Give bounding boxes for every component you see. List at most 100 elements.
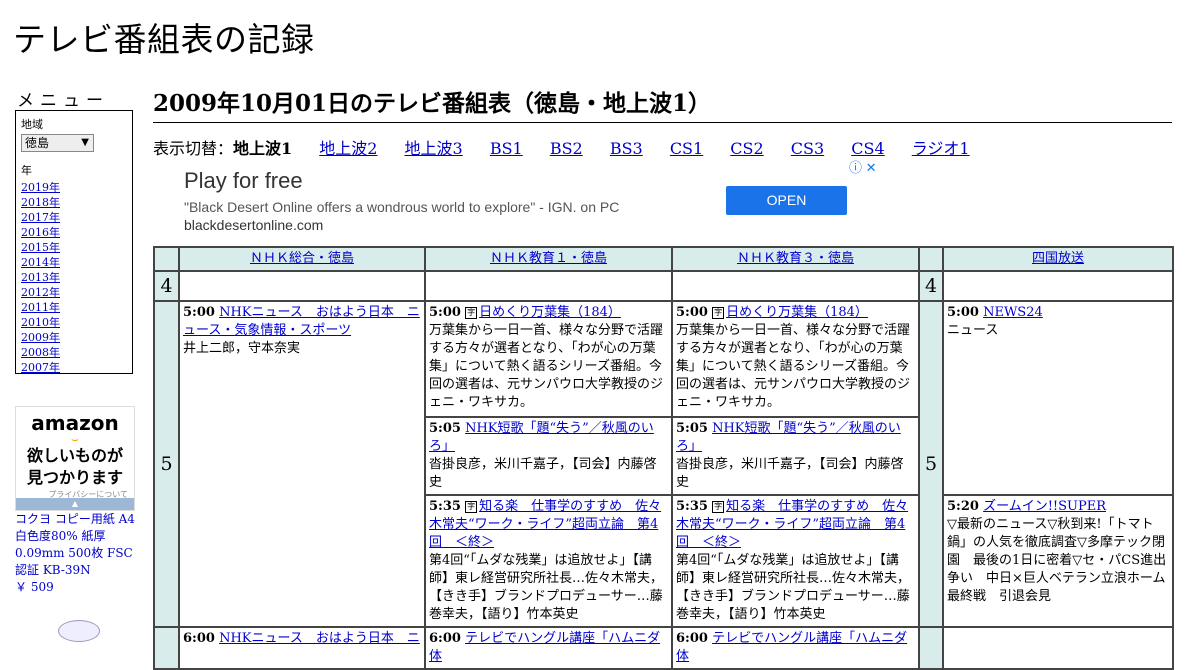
program-time: 6:00 xyxy=(676,631,708,646)
program-cell: 5:05 NHK短歌「題“失う”／秋風のいろ」 沓掛良彦，米川千嘉子，【司会】内… xyxy=(424,416,673,496)
program-cell: 5:00 NHKニュース おはよう日本 ニュース・気象情報・スポーツ 井上二郎，… xyxy=(178,300,426,628)
year-link[interactable]: 2018年 xyxy=(21,195,127,210)
schedule-table: ＮＨＫ総合・徳島 ＮＨＫ教育１・徳島 ＮＨＫ教育３・徳島 四国放送 4 4 5 … xyxy=(153,246,1174,670)
program-time: 6:00 xyxy=(183,631,215,646)
switcher-link[interactable]: ラジオ1 xyxy=(912,139,970,158)
ad-quote: "Black Desert Online offers a wondrous w… xyxy=(184,199,620,215)
year-link[interactable]: 2013年 xyxy=(21,270,127,285)
program-cell: 5:00 字日めくり万葉集（184） 万葉集から一日一首、様々な分野で活躍する方… xyxy=(671,300,920,418)
caption-icon: 字 xyxy=(465,500,478,513)
amazon-smile-icon: ⌣ xyxy=(71,432,79,446)
amazon-message-line2: 見つかります xyxy=(26,468,123,487)
program-cell xyxy=(942,626,1174,670)
channel-header: ＮＨＫ教育３・徳島 xyxy=(671,246,920,272)
display-ad[interactable]: Play for free "Black Desert Online offer… xyxy=(153,156,880,247)
header-corner xyxy=(918,246,944,272)
product-image[interactable] xyxy=(58,620,100,642)
program-cell: 5:35 字知る楽 仕事学のすすめ 佐々木常夫“ワーク・ライフ”超両立論 第4回… xyxy=(671,494,920,628)
program-title-link[interactable]: NHKニュース おはよう日本 ニ xyxy=(219,631,420,646)
year-link[interactable]: 2015年 xyxy=(21,240,127,255)
info-icon[interactable]: ⓘ xyxy=(849,160,862,175)
program-title-link[interactable]: NHK短歌「題“失う”／秋風のいろ」 xyxy=(676,421,901,454)
region-select[interactable]: 徳島 ▼ xyxy=(21,134,94,152)
amazon-message: 欲しいものが 見つかります xyxy=(16,445,134,489)
program-time: 5:00 xyxy=(183,305,215,320)
year-link[interactable]: 2009年 xyxy=(21,330,127,345)
program-desc: ▽最新のニュース▽秋到来!「トマト鍋」の人気を徹底調査▽多摩テック閉園 最後の1… xyxy=(947,517,1167,604)
site-title: テレビ番組表の記録 xyxy=(13,20,315,59)
caption-icon: 字 xyxy=(712,306,725,319)
chevron-up-icon[interactable]: ▲ xyxy=(16,498,134,510)
year-link[interactable]: 2019年 xyxy=(21,180,127,195)
program-title-link[interactable]: 知る楽 仕事学のすすめ 佐々木常夫“ワーク・ライフ”超両立論 第4回 ＜終＞ xyxy=(676,499,908,550)
channel-header: ＮＨＫ教育１・徳島 xyxy=(424,246,673,272)
empty-slot xyxy=(178,270,426,302)
program-title-link[interactable]: ズームイン!!SUPER xyxy=(983,499,1106,514)
page-title: 2009年10月01日のテレビ番組表（徳島・地上波1） xyxy=(153,84,1172,123)
program-cell: 5:05 NHK短歌「題“失う”／秋風のいろ」 沓掛良彦，米川千嘉子，【司会】内… xyxy=(671,416,920,496)
program-desc: 第4回“「ムダな残業」は追放せよ」【講師】東レ経営研究所社長…佐々木常夫，【きき… xyxy=(429,553,664,622)
hour-cell: 5 xyxy=(153,300,180,628)
program-desc: 第4回“「ムダな残業」は追放せよ」【講師】東レ経営研究所社長…佐々木常夫，【きき… xyxy=(676,553,911,622)
region-select-value: 徳島 xyxy=(25,136,50,150)
hour-cell: 4 xyxy=(918,270,944,302)
program-desc: 井上二郎，守本奈実 xyxy=(183,341,301,356)
program-time: 5:05 xyxy=(676,421,708,436)
program-cell: 5:20 ズームイン!!SUPER ▽最新のニュース▽秋到来!「トマト鍋」の人気… xyxy=(942,494,1174,628)
amazon-ad-banner[interactable]: amazon ⌣ 欲しいものが 見つかります プライバシーについて ▲ xyxy=(15,406,135,511)
program-time: 5:00 xyxy=(429,305,461,320)
year-link[interactable]: 2014年 xyxy=(21,255,127,270)
program-title-link[interactable]: 知る楽 仕事学のすすめ 佐々木常夫“ワーク・ライフ”超両立論 第4回 ＜終＞ xyxy=(429,499,661,550)
program-cell: 5:00 字日めくり万葉集（184） 万葉集から一日一首、様々な分野で活躍する方… xyxy=(424,300,673,418)
program-title-link[interactable]: テレビでハングル講座「ハムニダ体 xyxy=(676,631,907,664)
program-desc: 万葉集から一日一首、様々な分野で活躍する方々が選者となり、「わが心の万葉集」につ… xyxy=(676,323,911,410)
program-title-link[interactable]: NHK短歌「題“失う”／秋風のいろ」 xyxy=(429,421,654,454)
program-desc: ニュース xyxy=(947,323,999,338)
empty-slot xyxy=(671,270,920,302)
program-time: 5:05 xyxy=(429,421,461,436)
year-link[interactable]: 2011年 xyxy=(21,300,127,315)
year-link[interactable]: 2017年 xyxy=(21,210,127,225)
program-time: 5:35 xyxy=(676,499,708,514)
channel-link[interactable]: 四国放送 xyxy=(1032,251,1084,266)
program-title-link[interactable]: NHKニュース おはよう日本 ニュース・気象情報・スポーツ xyxy=(183,305,420,338)
ad-open-button[interactable]: OPEN xyxy=(726,186,847,215)
year-link[interactable]: 2007年 xyxy=(21,360,127,375)
channel-link[interactable]: ＮＨＫ総合・徳島 xyxy=(250,251,354,266)
program-desc: 万葉集から一日一首、様々な分野で活躍する方々が選者となり、「わが心の万葉集」につ… xyxy=(429,323,664,410)
program-title-link[interactable]: 日めくり万葉集（184） xyxy=(479,305,621,320)
year-link[interactable]: 2012年 xyxy=(21,285,127,300)
program-cell: 6:00 テレビでハングル講座「ハムニダ体 xyxy=(671,626,920,670)
hour-cell: 4 xyxy=(153,270,180,302)
program-title-link[interactable]: 日めくり万葉集（184） xyxy=(726,305,868,320)
channel-header: 四国放送 xyxy=(942,246,1174,272)
caption-icon: 字 xyxy=(465,306,478,319)
menu-box: 地域 徳島 ▼ 年 2019年 2018年 2017年 2016年 2015年 … xyxy=(15,110,133,374)
chevron-down-icon: ▼ xyxy=(81,137,89,148)
year-link[interactable]: 2016年 xyxy=(21,225,127,240)
program-time: 5:20 xyxy=(947,499,979,514)
close-icon[interactable]: ✕ xyxy=(866,160,877,175)
program-title-link[interactable]: NEWS24 xyxy=(983,305,1043,320)
program-cell: 5:00 NEWS24 ニュース xyxy=(942,300,1174,496)
product-link[interactable]: コクヨ コピー用紙 A4 白色度80% 紙厚 0.09mm 500枚 FSC認証… xyxy=(15,512,135,577)
ad-url: blackdesertonline.com xyxy=(184,217,324,233)
channel-link[interactable]: ＮＨＫ教育１・徳島 xyxy=(490,251,607,266)
year-link[interactable]: 2008年 xyxy=(21,345,127,360)
ad-headline: Play for free xyxy=(184,168,303,193)
channel-link[interactable]: ＮＨＫ教育３・徳島 xyxy=(737,251,854,266)
empty-slot xyxy=(424,270,673,302)
amazon-message-line1: 欲しいものが xyxy=(26,446,123,465)
product-ad: コクヨ コピー用紙 A4 白色度80% 紙厚 0.09mm 500枚 FSC認証… xyxy=(15,511,137,596)
program-title-link[interactable]: テレビでハングル講座「ハムニダ体 xyxy=(429,631,660,664)
program-desc: 沓掛良彦，米川千嘉子，【司会】内藤啓史 xyxy=(429,457,657,490)
hour-cell xyxy=(153,626,180,670)
product-price: ￥ 509 xyxy=(15,580,54,594)
program-time: 5:00 xyxy=(676,305,708,320)
program-time: 5:35 xyxy=(429,499,461,514)
program-time: 5:00 xyxy=(947,305,979,320)
year-label: 年 xyxy=(21,164,32,177)
hour-cell xyxy=(918,626,944,670)
year-link[interactable]: 2010年 xyxy=(21,315,127,330)
channel-header: ＮＨＫ総合・徳島 xyxy=(178,246,426,272)
